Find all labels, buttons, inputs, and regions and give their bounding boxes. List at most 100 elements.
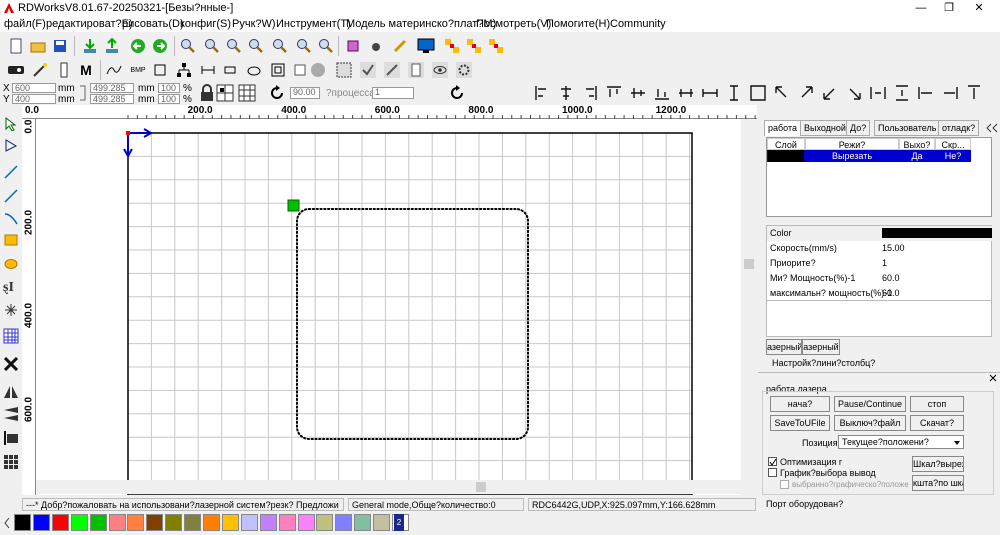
- palette-swatch[interactable]: [184, 514, 202, 531]
- palette-swatch[interactable]: [165, 514, 183, 531]
- select-arrow-icon[interactable]: [2, 115, 20, 133]
- palette-swatch[interactable]: [146, 514, 164, 531]
- dist-right-icon[interactable]: [942, 85, 958, 101]
- download-file-button[interactable]: Выключ?файл: [834, 415, 906, 431]
- align-br-icon[interactable]: [846, 85, 862, 101]
- menu-item-1[interactable]: редактироват?E): [46, 18, 133, 30]
- array-copy-icon[interactable]: [442, 36, 462, 56]
- menu-item-4[interactable]: Ручк?W): [232, 18, 276, 30]
- lock-icon[interactable]: [198, 84, 216, 102]
- zoom-selected-icon[interactable]: [270, 36, 290, 56]
- rounded-square-shape[interactable]: [296, 208, 529, 440]
- curve-icon[interactable]: [104, 60, 124, 80]
- layer-row[interactable]: Вырезать Да Не?: [767, 150, 971, 162]
- align-spacing-icon[interactable]: [678, 85, 694, 101]
- link-size-icon[interactable]: [76, 83, 88, 103]
- polyline-tool-icon[interactable]: [2, 187, 20, 205]
- scale-y-input[interactable]: 100: [158, 94, 180, 104]
- eye-icon[interactable]: [430, 60, 450, 80]
- page-edit-icon[interactable]: [406, 60, 426, 80]
- menu-item-8[interactable]: Помогите(H): [546, 18, 610, 30]
- palette-swatch[interactable]: [51, 514, 69, 531]
- palette-swatch[interactable]: [70, 514, 88, 531]
- palette-swatch[interactable]: [354, 514, 372, 531]
- measure-m-icon[interactable]: M: [76, 60, 96, 80]
- position-select[interactable]: Текущее?положени?: [838, 435, 964, 449]
- palette-swatch[interactable]: [221, 514, 239, 531]
- maximize-button[interactable]: ❐: [940, 1, 958, 15]
- monitor-icon[interactable]: [416, 36, 436, 56]
- zoom-in-icon[interactable]: [202, 36, 222, 56]
- prop-color[interactable]: Color: [767, 226, 993, 241]
- spark-tool-icon[interactable]: [2, 301, 20, 319]
- redo-icon[interactable]: [150, 36, 170, 56]
- palette-swatch[interactable]: [240, 514, 258, 531]
- size-icon[interactable]: [198, 60, 218, 80]
- palette-swatch[interactable]: [127, 514, 145, 531]
- dotted-select-icon[interactable]: [334, 60, 354, 80]
- dist-h-icon[interactable]: [870, 85, 886, 101]
- zoom-out-icon[interactable]: [224, 36, 244, 56]
- position-grid-icon[interactable]: [216, 84, 234, 102]
- palette-swatch[interactable]: [14, 514, 31, 531]
- laser-head-icon[interactable]: [6, 60, 26, 80]
- scale-x-input[interactable]: 100: [158, 83, 180, 93]
- mirror-vertical-icon[interactable]: [2, 405, 20, 423]
- align-left-icon[interactable]: [534, 85, 550, 101]
- palette-swatch[interactable]: [278, 514, 296, 531]
- zoom-data-icon[interactable]: [294, 36, 314, 56]
- height-input[interactable]: 499.285: [90, 94, 134, 104]
- cut-path-icon[interactable]: [268, 60, 288, 80]
- prop-max-power[interactable]: максимальн? мощность(%)-1 60.0: [767, 286, 993, 301]
- save-to-ufile-button[interactable]: SaveToUFile: [770, 415, 830, 431]
- palette-swatch[interactable]: [297, 514, 315, 531]
- x-input[interactable]: 600: [12, 83, 56, 93]
- settings-label[interactable]: Настройк?лини?столбц?: [772, 358, 875, 368]
- mirror-horizontal-icon[interactable]: [2, 383, 20, 401]
- zoom-fit-icon[interactable]: [316, 36, 336, 56]
- y-input[interactable]: 400: [12, 94, 56, 104]
- width-icon[interactable]: [220, 60, 240, 80]
- curve-tool-icon[interactable]: [2, 209, 20, 227]
- angle-input[interactable]: 90.00: [290, 87, 320, 99]
- selected-checkbox[interactable]: [780, 480, 789, 489]
- magic-wand-icon[interactable]: [30, 60, 50, 80]
- anchor-grid-icon[interactable]: [238, 84, 256, 102]
- zoom-pan-icon[interactable]: [178, 36, 198, 56]
- stop-button[interactable]: стоп: [910, 396, 964, 412]
- tab-user[interactable]: Пользователь: [874, 120, 941, 136]
- graph-checkbox[interactable]: [768, 468, 777, 477]
- palette-swatch[interactable]: [316, 514, 334, 531]
- open-folder-icon[interactable]: [28, 36, 48, 56]
- pause-continue-button[interactable]: Pause/Continue: [834, 396, 906, 412]
- checkbox-tool-icon[interactable]: [290, 60, 310, 80]
- menu-item-6[interactable]: Модель материнско?плат?M): [346, 18, 496, 30]
- process-input[interactable]: 1: [372, 87, 414, 99]
- ruler-icon[interactable]: [54, 60, 74, 80]
- start-button[interactable]: нача?: [770, 396, 830, 412]
- download-button[interactable]: Скачат?: [910, 415, 964, 431]
- menu-item-0[interactable]: файл(F): [4, 18, 46, 30]
- align-page-icon[interactable]: [2, 429, 20, 447]
- prop-speed[interactable]: Скорость(mm/s) 15.00: [767, 241, 993, 256]
- align-top-icon[interactable]: [606, 85, 622, 101]
- align-bottom-icon[interactable]: [654, 85, 670, 101]
- align-right-icon[interactable]: [582, 85, 598, 101]
- check-icon[interactable]: [358, 60, 378, 80]
- width-input[interactable]: 499.285: [90, 83, 134, 93]
- grid-array-icon[interactable]: [2, 327, 20, 345]
- canvas-drawing[interactable]: [36, 119, 741, 495]
- bitmap-icon[interactable]: BMP: [128, 60, 148, 80]
- scale-cut-button[interactable]: Шкал?выреза: [912, 456, 964, 472]
- new-file-icon[interactable]: [6, 36, 26, 56]
- array-grid-icon[interactable]: [2, 453, 20, 471]
- align-height-icon[interactable]: [726, 85, 742, 101]
- menu-item-9[interactable]: Community: [610, 18, 666, 30]
- export-icon[interactable]: [102, 36, 122, 56]
- align-width-icon[interactable]: [702, 85, 718, 101]
- camera-icon[interactable]: [366, 36, 386, 56]
- palette-swatch[interactable]: [335, 514, 353, 531]
- tree-icon[interactable]: [174, 60, 194, 80]
- align-tl-icon[interactable]: [774, 85, 790, 101]
- zoom-page-icon[interactable]: [246, 36, 266, 56]
